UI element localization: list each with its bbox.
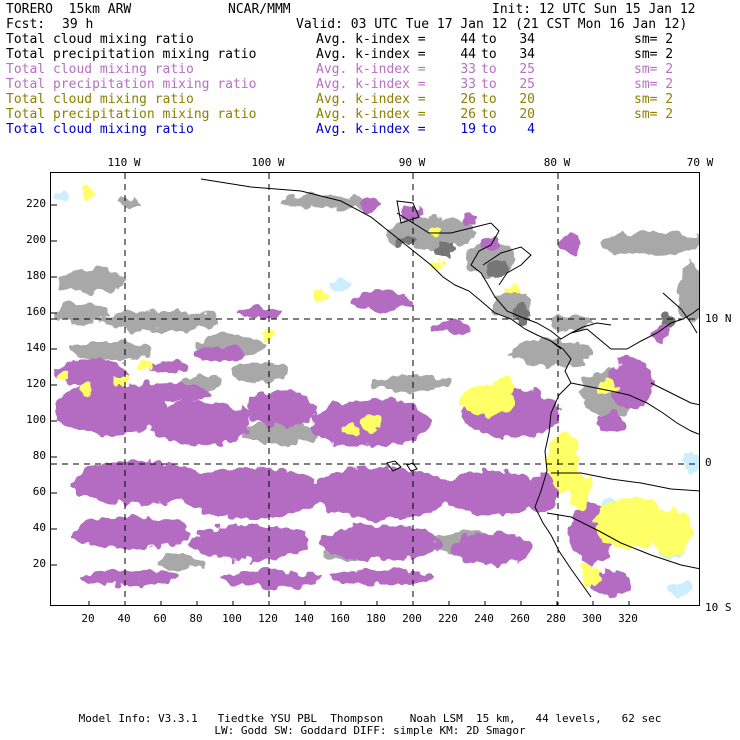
x-tick-label: 240 — [474, 612, 494, 625]
k-index-label: Avg. k-index = — [316, 92, 426, 107]
cloud-purple-layer — [55, 197, 669, 595]
y-tick-label: 140 — [26, 341, 46, 354]
x-tick-label: 80 — [189, 612, 203, 625]
k-index-label: Avg. k-index = — [316, 107, 426, 122]
smoothing-label: sm= 2 — [634, 32, 674, 47]
smoothing-label: sm= 2 — [634, 47, 674, 62]
k-index-to: to — [481, 47, 497, 62]
k-index-end: 34 — [519, 47, 535, 62]
field-name: Total precipitation mixing ratio — [6, 77, 257, 92]
x-tick-label: 60 — [153, 612, 167, 625]
k-index-end: 25 — [519, 77, 535, 92]
field-name: Total precipitation mixing ratio — [6, 107, 257, 122]
lon-label: 80 W — [543, 156, 571, 169]
x-tick-label: 140 — [294, 612, 314, 625]
k-index-to: to — [481, 92, 497, 107]
k-index-from: 19 — [460, 122, 476, 137]
field-name: Total cloud mixing ratio — [6, 62, 194, 77]
lon-label: 100 W — [251, 156, 285, 169]
valid-time: Valid: 03 UTC Tue 17 Jan 12 (21 CST Mon … — [296, 17, 688, 32]
k-index-from: 33 — [460, 62, 476, 77]
k-index-from: 26 — [460, 107, 476, 122]
k-index-from: 44 — [460, 47, 476, 62]
lon-label: 90 W — [398, 156, 426, 169]
x-tick-label: 220 — [438, 612, 458, 625]
field-name: Total cloud mixing ratio — [6, 32, 194, 47]
k-index-to: to — [481, 32, 497, 47]
k-index-from: 33 — [460, 77, 476, 92]
k-index-to: to — [481, 62, 497, 77]
field-name: Total precipitation mixing ratio — [6, 47, 257, 62]
k-index-end: 20 — [519, 92, 535, 107]
organization-label: NCAR/MMM — [228, 2, 291, 17]
x-tick-label: 100 — [222, 612, 242, 625]
k-index-label: Avg. k-index = — [316, 32, 426, 47]
model-info-line2: LW: Godd SW: Goddard DIFF: simple KM: 2D… — [214, 724, 526, 737]
y-tick-label: 100 — [26, 413, 46, 426]
k-index-end: 20 — [519, 107, 535, 122]
forecast-label: Fcst: — [6, 17, 46, 32]
k-index-to: to — [481, 107, 497, 122]
y-tick-label: 120 — [26, 377, 46, 390]
smoothing-label: sm= 2 — [634, 107, 674, 122]
k-index-to: to — [481, 122, 497, 137]
x-tick-label: 260 — [510, 612, 530, 625]
y-tick-label: 200 — [26, 233, 46, 246]
map-panel — [50, 172, 700, 606]
model-title: TORERO 15km ARW — [6, 2, 132, 17]
y-tick-label: 160 — [26, 305, 46, 318]
x-tick-label: 40 — [117, 612, 131, 625]
k-index-end: 4 — [527, 122, 535, 137]
field-name: Total cloud mixing ratio — [6, 92, 194, 107]
lon-label: 110 W — [107, 156, 141, 169]
smoothing-label: sm= 2 — [634, 92, 674, 107]
x-tick-label: 180 — [366, 612, 386, 625]
field-name: Total cloud mixing ratio — [6, 122, 194, 137]
forecast-hour: 39 h — [62, 17, 94, 32]
k-index-from: 26 — [460, 92, 476, 107]
y-tick-label: 20 — [32, 557, 46, 570]
k-index-label: Avg. k-index = — [316, 62, 426, 77]
smoothing-label: sm= 2 — [634, 77, 674, 92]
x-tick-label: 280 — [546, 612, 566, 625]
x-tick-label: 160 — [330, 612, 350, 625]
y-tick-label: 40 — [32, 521, 46, 534]
y-tick-label: 80 — [32, 449, 46, 462]
forecast-map — [51, 173, 699, 605]
k-index-label: Avg. k-index = — [316, 47, 426, 62]
x-tick-label: 300 — [582, 612, 602, 625]
k-index-label: Avg. k-index = — [316, 77, 426, 92]
x-tick-label: 200 — [402, 612, 422, 625]
y-tick-label: 60 — [32, 485, 46, 498]
k-index-end: 25 — [519, 62, 535, 77]
k-index-from: 44 — [460, 32, 476, 47]
smoothing-label: sm= 2 — [634, 62, 674, 77]
k-index-label: Avg. k-index = — [316, 122, 426, 137]
x-tick-label: 20 — [81, 612, 95, 625]
y-tick-label: 220 — [26, 197, 46, 210]
lat-label: 10 S — [705, 601, 732, 614]
lon-label: 70 W — [686, 156, 714, 169]
lat-label: 0 — [705, 456, 712, 469]
init-time: Init: 12 UTC Sun 15 Jan 12 — [492, 2, 696, 17]
k-index-to: to — [481, 77, 497, 92]
x-tick-label: 120 — [258, 612, 278, 625]
x-tick-label: 320 — [618, 612, 638, 625]
k-index-end: 34 — [519, 32, 535, 47]
y-tick-label: 180 — [26, 269, 46, 282]
lat-label: 10 N — [705, 312, 732, 325]
